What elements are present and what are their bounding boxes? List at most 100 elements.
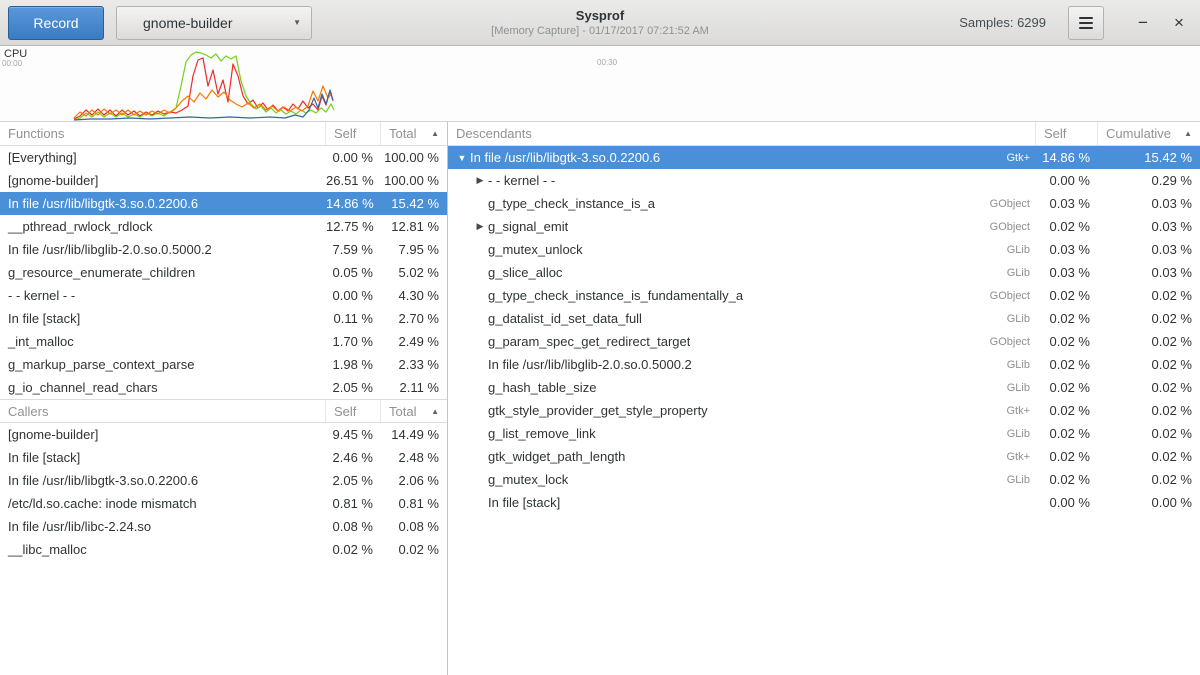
row-name: In file [stack] [0, 450, 326, 465]
descendant-name: g_datalist_id_set_data_full [488, 311, 642, 326]
left-panel: Functions Self Total▲ [Everything]0.00 %… [0, 122, 448, 675]
row-self: 0.02 % [1036, 357, 1098, 372]
column-header-callers-label: Callers [8, 404, 48, 419]
caller-row[interactable]: /etc/ld.so.cache: inode mismatch0.81 %0.… [0, 492, 447, 515]
row-self: 0.02 % [1036, 449, 1098, 464]
category-label: GObject [982, 221, 1036, 233]
column-header-descendants[interactable]: Descendants [448, 122, 1036, 145]
row-self: 0.00 % [326, 150, 381, 165]
descendant-name-cell: g_list_remove_linkGLib [448, 426, 1036, 441]
descendant-row[interactable]: g_mutex_unlockGLib0.03 %0.03 % [448, 238, 1200, 261]
row-name: _int_malloc [0, 334, 326, 349]
row-name: /etc/ld.so.cache: inode mismatch [0, 496, 326, 511]
descendant-row[interactable]: In file /usr/lib/libglib-2.0.so.0.5000.2… [448, 353, 1200, 376]
row-cumulative: 0.02 % [1098, 357, 1200, 372]
row-total: 100.00 % [381, 150, 447, 165]
expander-closed-icon[interactable]: ▶ [472, 221, 488, 232]
column-header-self-label: Self [1044, 126, 1066, 141]
descendant-name-cell: g_type_check_instance_is_aGObject [448, 196, 1036, 211]
descendant-row[interactable]: g_slice_allocGLib0.03 %0.03 % [448, 261, 1200, 284]
row-self: 0.08 % [326, 519, 381, 534]
row-self: 2.05 % [326, 473, 381, 488]
descendant-row[interactable]: ▼In file /usr/lib/libgtk-3.so.0.2200.6Gt… [448, 146, 1200, 169]
samples-count: Samples: 6299 [959, 15, 1046, 30]
column-header-descendants-self[interactable]: Self [1036, 122, 1098, 145]
caller-row[interactable]: [gnome-builder]9.45 %14.49 % [0, 423, 447, 446]
row-self: 0.02 % [1036, 380, 1098, 395]
descendant-row[interactable]: gtk_style_provider_get_style_propertyGtk… [448, 399, 1200, 422]
descendant-row[interactable]: g_param_spec_get_redirect_targetGObject0… [448, 330, 1200, 353]
descendant-name: g_param_spec_get_redirect_target [488, 334, 690, 349]
row-self: 1.98 % [326, 357, 381, 372]
caller-row[interactable]: __libc_malloc0.02 %0.02 % [0, 538, 447, 561]
descendant-name-cell: g_mutex_unlockGLib [448, 242, 1036, 257]
descendant-row[interactable]: g_type_check_instance_is_fundamentally_a… [448, 284, 1200, 307]
close-button[interactable]: × [1166, 10, 1192, 36]
descendant-name: In file /usr/lib/libglib-2.0.so.0.5000.2 [488, 357, 692, 372]
cpu-timeline[interactable]: CPU 00:00 00:30 [0, 46, 1200, 122]
function-row[interactable]: g_resource_enumerate_children0.05 %5.02 … [0, 261, 447, 284]
row-total: 0.08 % [381, 519, 447, 534]
function-row[interactable]: - - kernel - -0.00 %4.30 % [0, 284, 447, 307]
descendant-name: In file /usr/lib/libgtk-3.so.0.2200.6 [470, 150, 660, 165]
row-cumulative: 0.02 % [1098, 403, 1200, 418]
row-self: 0.00 % [1036, 495, 1098, 510]
sort-ascending-icon: ▲ [1184, 129, 1192, 138]
row-total: 12.81 % [381, 219, 447, 234]
function-row[interactable]: g_io_channel_read_chars2.05 %2.11 % [0, 376, 447, 399]
functions-header: Functions Self Total▲ [0, 122, 447, 146]
row-self: 0.02 % [1036, 334, 1098, 349]
row-cumulative: 0.02 % [1098, 449, 1200, 464]
row-self: 0.02 % [1036, 219, 1098, 234]
column-header-functions-self[interactable]: Self [326, 122, 381, 145]
descendant-row[interactable]: g_type_check_instance_is_aGObject0.03 %0… [448, 192, 1200, 215]
caller-row[interactable]: In file /usr/lib/libc-2.24.so0.08 %0.08 … [0, 515, 447, 538]
row-cumulative: 0.03 % [1098, 196, 1200, 211]
caller-row[interactable]: In file [stack]2.46 %2.48 % [0, 446, 447, 469]
function-row[interactable]: In file /usr/lib/libgtk-3.so.0.2200.614.… [0, 192, 447, 215]
column-header-callers-self[interactable]: Self [326, 400, 381, 422]
function-row[interactable]: __pthread_rwlock_rdlock12.75 %12.81 % [0, 215, 447, 238]
menu-button[interactable] [1068, 6, 1104, 40]
descendant-row[interactable]: g_mutex_lockGLib0.02 %0.02 % [448, 468, 1200, 491]
minimize-button[interactable]: − [1130, 10, 1156, 36]
row-total: 2.06 % [381, 473, 447, 488]
row-name: [gnome-builder] [0, 173, 326, 188]
column-header-functions[interactable]: Functions [0, 122, 326, 145]
descendant-name: g_list_remove_link [488, 426, 596, 441]
column-header-callers-total[interactable]: Total▲ [381, 400, 447, 422]
caller-row[interactable]: In file /usr/lib/libgtk-3.so.0.2200.62.0… [0, 469, 447, 492]
descendant-name: g_type_check_instance_is_fundamentally_a [488, 288, 743, 303]
column-header-callers[interactable]: Callers [0, 400, 326, 422]
descendant-row[interactable]: g_list_remove_linkGLib0.02 %0.02 % [448, 422, 1200, 445]
record-button[interactable]: Record [8, 6, 104, 40]
row-cumulative: 0.02 % [1098, 288, 1200, 303]
row-total: 0.81 % [381, 496, 447, 511]
descendant-name-cell: ▼In file /usr/lib/libgtk-3.so.0.2200.6Gt… [448, 150, 1036, 165]
row-name: [gnome-builder] [0, 427, 326, 442]
row-self: 0.05 % [326, 265, 381, 280]
expander-closed-icon[interactable]: ▶ [472, 175, 488, 186]
column-header-cumulative[interactable]: Cumulative▲ [1098, 122, 1200, 145]
function-row[interactable]: g_markup_parse_context_parse1.98 %2.33 % [0, 353, 447, 376]
column-header-self-label: Self [334, 126, 356, 141]
descendant-row[interactable]: ▶- - kernel - -0.00 %0.29 % [448, 169, 1200, 192]
function-row[interactable]: _int_malloc1.70 %2.49 % [0, 330, 447, 353]
column-header-functions-total[interactable]: Total▲ [381, 122, 447, 145]
descendant-row[interactable]: g_datalist_id_set_data_fullGLib0.02 %0.0… [448, 307, 1200, 330]
descendant-row[interactable]: ▶g_signal_emitGObject0.02 %0.03 % [448, 215, 1200, 238]
descendant-row[interactable]: g_hash_table_sizeGLib0.02 %0.02 % [448, 376, 1200, 399]
descendant-row[interactable]: gtk_widget_path_lengthGtk+0.02 %0.02 % [448, 445, 1200, 468]
row-self: 7.59 % [326, 242, 381, 257]
function-row[interactable]: [gnome-builder]26.51 %100.00 % [0, 169, 447, 192]
window-subtitle: [Memory Capture] - 01/17/2017 07:21:52 A… [491, 25, 709, 37]
expander-open-icon[interactable]: ▼ [454, 153, 470, 163]
function-row[interactable]: [Everything]0.00 %100.00 % [0, 146, 447, 169]
sort-ascending-icon: ▲ [431, 129, 439, 138]
headerbar-right-cluster: Samples: 6299 − × [959, 6, 1192, 40]
function-row[interactable]: In file [stack]0.11 %2.70 % [0, 307, 447, 330]
process-selector[interactable]: gnome-builder ▼ [116, 6, 312, 40]
descendant-name: g_slice_alloc [488, 265, 562, 280]
descendant-row[interactable]: In file [stack]0.00 %0.00 % [448, 491, 1200, 514]
function-row[interactable]: In file /usr/lib/libglib-2.0.so.0.5000.2… [0, 238, 447, 261]
